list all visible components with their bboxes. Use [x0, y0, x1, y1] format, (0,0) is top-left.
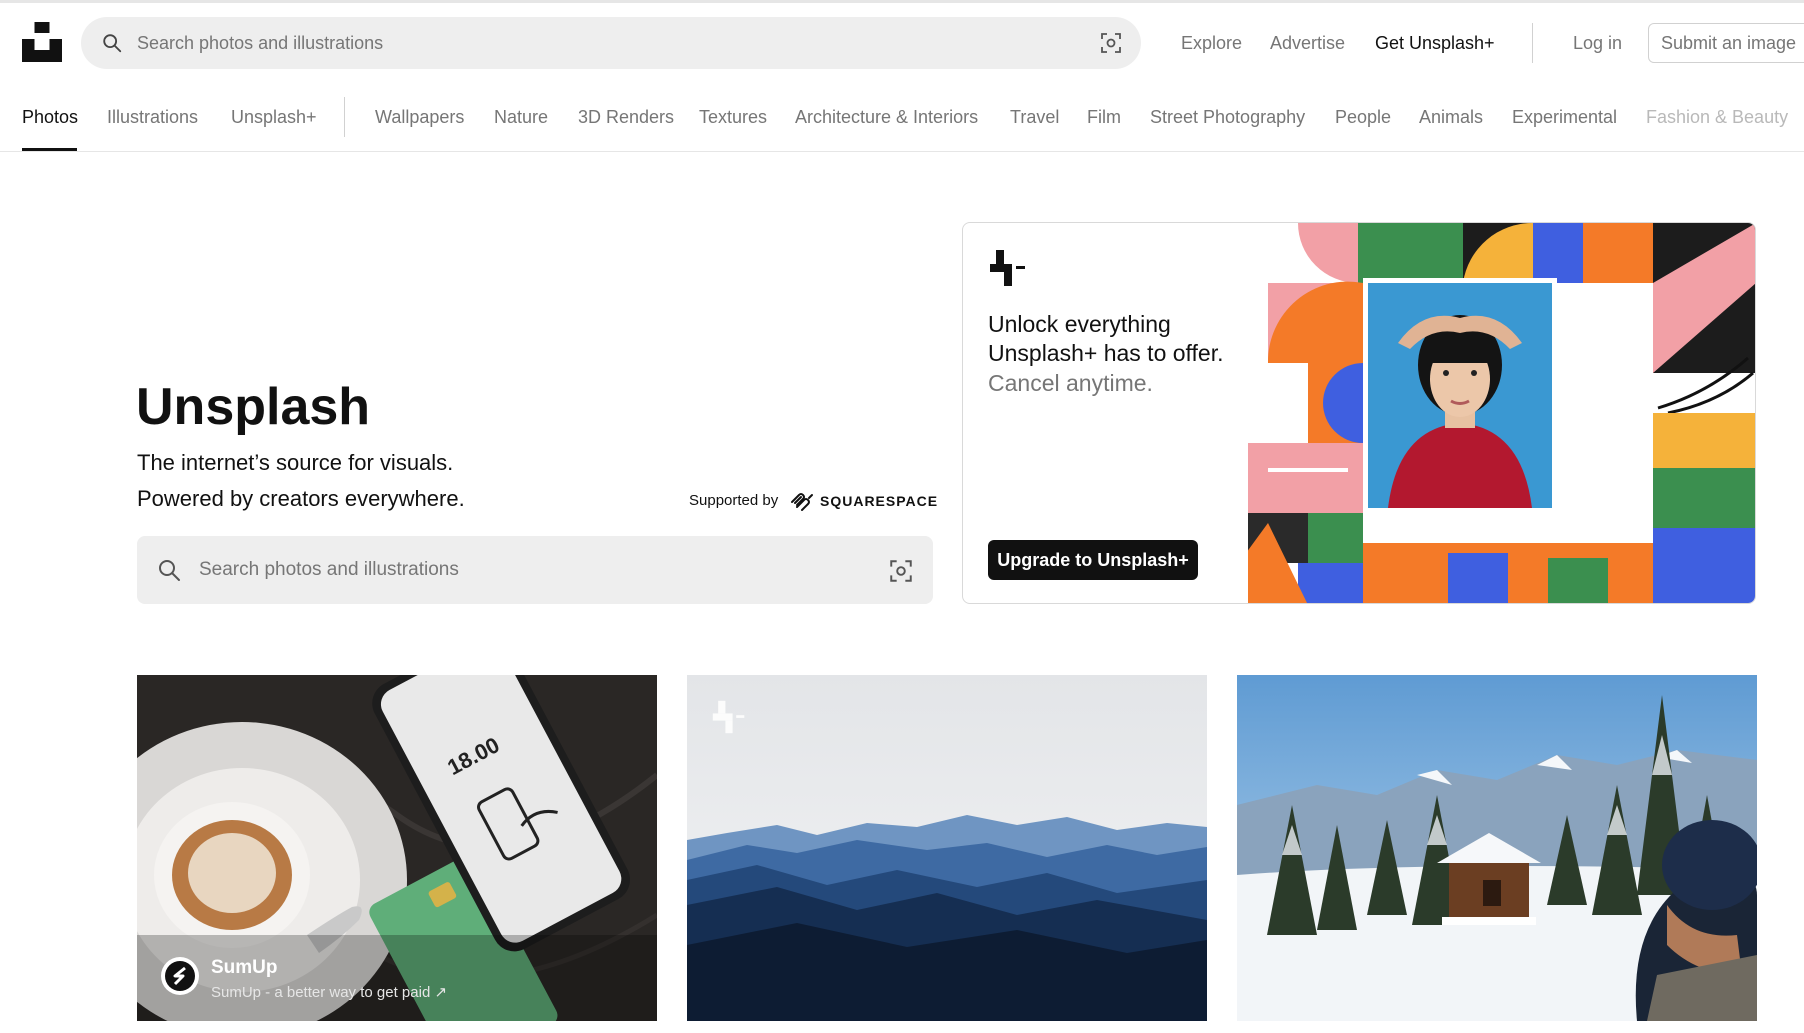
hero-search-input[interactable]: Search photos and illustrations [199, 536, 459, 604]
tab-animals[interactable]: Animals [1419, 83, 1483, 151]
hero-title: Unsplash [136, 378, 371, 436]
sponsor-name[interactable]: SumUp [211, 957, 278, 979]
tab-illustrations[interactable]: Illustrations [107, 83, 198, 151]
promo-line-2: Unsplash+ has to offer. [988, 340, 1224, 366]
login-link[interactable]: Log in [1573, 3, 1622, 83]
tab-architecture-interiors[interactable]: Architecture & Interiors [795, 83, 978, 151]
tab-nature[interactable]: Nature [494, 83, 548, 151]
tab-wallpapers[interactable]: Wallpapers [375, 83, 464, 151]
unsplash-logo-icon[interactable] [22, 22, 62, 62]
nav-advertise[interactable]: Advertise [1270, 3, 1345, 83]
upgrade-button[interactable]: Upgrade to Unsplash+ [988, 540, 1198, 580]
tab-photos[interactable]: Photos [22, 83, 78, 151]
search-icon[interactable] [157, 558, 181, 582]
search-icon[interactable] [101, 32, 123, 54]
visual-search-icon[interactable] [1099, 31, 1123, 55]
photo-card-sumup[interactable]: 18.00 SumUp SumUp - a better way to get … [137, 675, 657, 1021]
squarespace-link[interactable]: SQUARESPACE [820, 493, 938, 509]
submit-image-button[interactable]: Submit an image [1648, 23, 1804, 63]
top-search-bar[interactable]: Search photos and illustrations [81, 17, 1141, 69]
category-tabs: Photos Illustrations Unsplash+ Wallpaper… [0, 83, 1804, 152]
tab-street-photography[interactable]: Street Photography [1150, 83, 1305, 151]
photo-snowy-cabin [1237, 675, 1757, 1021]
photo-card-mountains[interactable] [687, 675, 1207, 1021]
tab-people[interactable]: People [1335, 83, 1391, 151]
nav-get-unsplash-plus[interactable]: Get Unsplash+ [1375, 3, 1495, 83]
tab-3d-renders[interactable]: 3D Renders [578, 83, 674, 151]
squarespace-logo-icon[interactable] [789, 491, 815, 511]
hero-tagline-1: The internet’s source for visuals. [137, 450, 454, 475]
site-header: Search photos and illustrations Explore … [0, 3, 1804, 83]
unsplash-plus-icon [712, 700, 745, 734]
tab-experimental[interactable]: Experimental [1512, 83, 1617, 151]
active-tab-indicator [22, 148, 77, 151]
tab-film[interactable]: Film [1087, 83, 1121, 151]
promo-line-1: Unlock everything [988, 311, 1171, 337]
header-divider [1532, 23, 1533, 63]
promo-line-3: Cancel anytime. [988, 370, 1153, 396]
photo-card-snow-cabin[interactable] [1237, 675, 1757, 1021]
tab-fashion-beauty[interactable]: Fashion & Beauty [1646, 83, 1788, 151]
promo-artwork [1248, 223, 1755, 603]
tabs-divider [344, 97, 345, 137]
search-input[interactable]: Search photos and illustrations [137, 17, 383, 69]
tab-travel[interactable]: Travel [1010, 83, 1059, 151]
sumup-avatar-icon[interactable] [161, 957, 199, 995]
sponsor-tagline-link[interactable]: SumUp - a better way to get paid ↗ [211, 983, 447, 1001]
hero-search-bar[interactable]: Search photos and illustrations [137, 536, 933, 604]
tab-textures[interactable]: Textures [699, 83, 767, 151]
photo-blue-mountains [687, 675, 1207, 1021]
tab-unsplash-plus[interactable]: Unsplash+ [231, 83, 317, 151]
unsplash-plus-icon [990, 250, 1025, 286]
unsplash-plus-promo-card[interactable]: Unlock everything Unsplash+ has to offer… [962, 222, 1756, 604]
hero-tagline-2: Powered by creators everywhere. [137, 486, 465, 511]
visual-search-icon[interactable] [888, 558, 914, 584]
supported-by-label: Supported by [689, 492, 779, 509]
nav-explore[interactable]: Explore [1181, 3, 1242, 83]
